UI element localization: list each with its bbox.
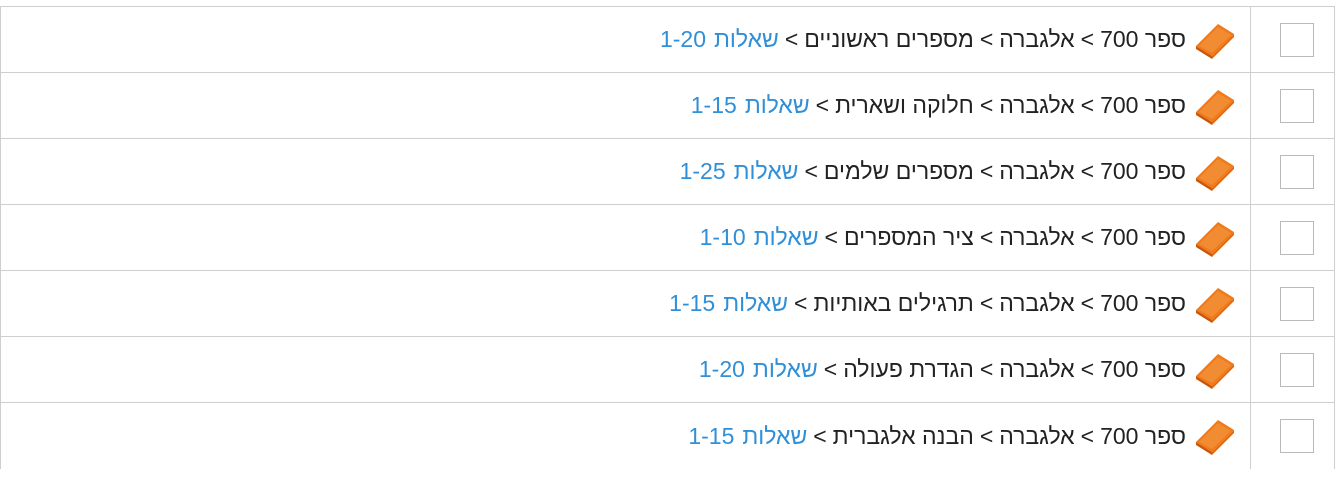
book-name: ספר 700 [1100, 158, 1186, 184]
checkbox-cell [1250, 403, 1334, 469]
topic-name: תרגילים באותיות [813, 290, 974, 316]
breadcrumb-separator: > [815, 92, 830, 118]
checkbox-cell [1250, 205, 1334, 270]
book-icon [1196, 89, 1234, 125]
breadcrumb-separator: > [813, 422, 827, 449]
list-item: ספר 700 > אלגברה > מספרים ראשוניים > שאל… [0, 7, 1335, 73]
list-item: ספר 700 > אלגברה > ציר המספרים > שאלות 1… [0, 205, 1335, 271]
questions-range-link[interactable]: 1-15 [688, 423, 742, 450]
questions-link[interactable]: שאלות [742, 423, 807, 450]
breadcrumb-separator: > [824, 224, 838, 250]
checkbox-cell [1250, 7, 1334, 72]
breadcrumb: ספר 700 > אלגברה > הגדרת פעולה > שאלות 1… [699, 337, 1250, 402]
book-name: ספר 700 [1100, 224, 1186, 250]
breadcrumb-separator: > [979, 356, 994, 382]
list-item: ספר 700 > אלגברה > הגדרת פעולה > שאלות 1… [0, 337, 1335, 403]
select-checkbox[interactable] [1279, 220, 1314, 255]
book-name: ספר 700 [1100, 92, 1186, 118]
topic-name: מספרים שלמים [823, 158, 974, 184]
questions-link[interactable]: שאלות [753, 356, 818, 383]
subject-name: אלגברה [999, 224, 1075, 250]
checkbox-cell [1250, 271, 1334, 336]
breadcrumb-separator: > [794, 290, 808, 316]
book-icon [1196, 353, 1234, 389]
breadcrumb: ספר 700 > אלגברה > ציר המספרים > שאלות 1… [700, 205, 1250, 270]
breadcrumb-separator: > [979, 422, 994, 449]
book-icon [1196, 287, 1234, 323]
list-item: ספר 700 > אלגברה > מספרים שלמים > שאלות … [0, 139, 1335, 205]
select-checkbox[interactable] [1279, 88, 1314, 123]
questions-range-link[interactable]: 1-20 [699, 356, 753, 383]
list-item: ספר 700 > אלגברה > תרגילים באותיות > שאל… [0, 271, 1335, 337]
book-icon [1196, 155, 1234, 191]
questions-range-link[interactable]: 1-20 [660, 26, 714, 53]
breadcrumb-separator: > [979, 92, 994, 118]
book-name: ספר 700 [1100, 26, 1186, 52]
breadcrumb-separator: > [979, 290, 994, 316]
checkbox-cell [1250, 337, 1334, 402]
breadcrumb-separator: > [1080, 422, 1095, 449]
breadcrumb-separator: > [804, 158, 818, 184]
breadcrumb-separator: > [1080, 356, 1095, 382]
breadcrumb-separator: > [1080, 290, 1095, 316]
list-item: ספר 700 > אלגברה > הבנה אלגברית > שאלות … [0, 403, 1335, 469]
topic-name: מספרים ראשוניים [804, 26, 974, 52]
book-icon [1196, 221, 1234, 257]
checkbox-cell [1250, 73, 1334, 138]
breadcrumb: ספר 700 > אלגברה > מספרים שלמים > שאלות … [680, 139, 1250, 204]
questions-range-link[interactable]: 1-15 [691, 92, 745, 119]
book-name: ספר 700 [1100, 290, 1186, 316]
select-checkbox[interactable] [1279, 286, 1314, 321]
book-icon [1196, 420, 1234, 455]
subject-name: אלגברה [999, 92, 1075, 118]
breadcrumb: ספר 700 > אלגברה > תרגילים באותיות > שאל… [669, 271, 1250, 336]
breadcrumb-separator: > [979, 158, 994, 184]
breadcrumb: ספר 700 > אלגברה > מספרים ראשוניים > שאל… [660, 7, 1250, 72]
subject-name: אלגברה [999, 158, 1075, 184]
select-checkbox[interactable] [1279, 352, 1314, 387]
book-name: ספר 700 [1100, 356, 1186, 382]
topic-name: חלוקה ושארית [835, 92, 974, 118]
breadcrumb: ספר 700 > אלגברה > חלוקה ושארית > שאלות … [691, 73, 1250, 138]
breadcrumb-separator: > [1080, 92, 1095, 118]
subject-name: אלגברה [999, 422, 1075, 449]
questions-link[interactable]: שאלות [723, 290, 788, 317]
book-name: ספר 700 [1100, 422, 1186, 449]
select-checkbox[interactable] [1279, 154, 1314, 189]
select-checkbox[interactable] [1279, 419, 1314, 453]
questions-range-link[interactable]: 1-15 [669, 290, 723, 317]
breadcrumb-separator: > [823, 356, 838, 382]
subject-name: אלגברה [999, 26, 1075, 52]
breadcrumb-separator: > [979, 224, 994, 250]
book-icon [1196, 23, 1234, 59]
questions-link[interactable]: שאלות [734, 158, 799, 185]
checkbox-cell [1250, 139, 1334, 204]
exercise-list: ספר 700 > אלגברה > מספרים ראשוניים > שאל… [0, 6, 1335, 469]
topic-name: הגדרת פעולה [843, 356, 974, 382]
subject-name: אלגברה [999, 290, 1075, 316]
breadcrumb-separator: > [784, 26, 799, 52]
topic-name: ציר המספרים [843, 224, 974, 250]
questions-range-link[interactable]: 1-25 [680, 158, 734, 185]
list-item: ספר 700 > אלגברה > חלוקה ושארית > שאלות … [0, 73, 1335, 139]
breadcrumb-separator: > [979, 26, 994, 52]
topic-name: הבנה אלגברית [832, 422, 974, 449]
questions-link[interactable]: שאלות [745, 92, 810, 119]
questions-link[interactable]: שאלות [754, 224, 819, 251]
breadcrumb: ספר 700 > אלגברה > הבנה אלגברית > שאלות … [688, 403, 1250, 469]
select-checkbox[interactable] [1279, 22, 1314, 57]
breadcrumb-separator: > [1080, 26, 1095, 52]
breadcrumb-separator: > [1080, 224, 1095, 250]
questions-link[interactable]: שאלות [714, 26, 779, 53]
questions-range-link[interactable]: 1-10 [700, 224, 754, 251]
breadcrumb-separator: > [1080, 158, 1095, 184]
subject-name: אלגברה [999, 356, 1075, 382]
